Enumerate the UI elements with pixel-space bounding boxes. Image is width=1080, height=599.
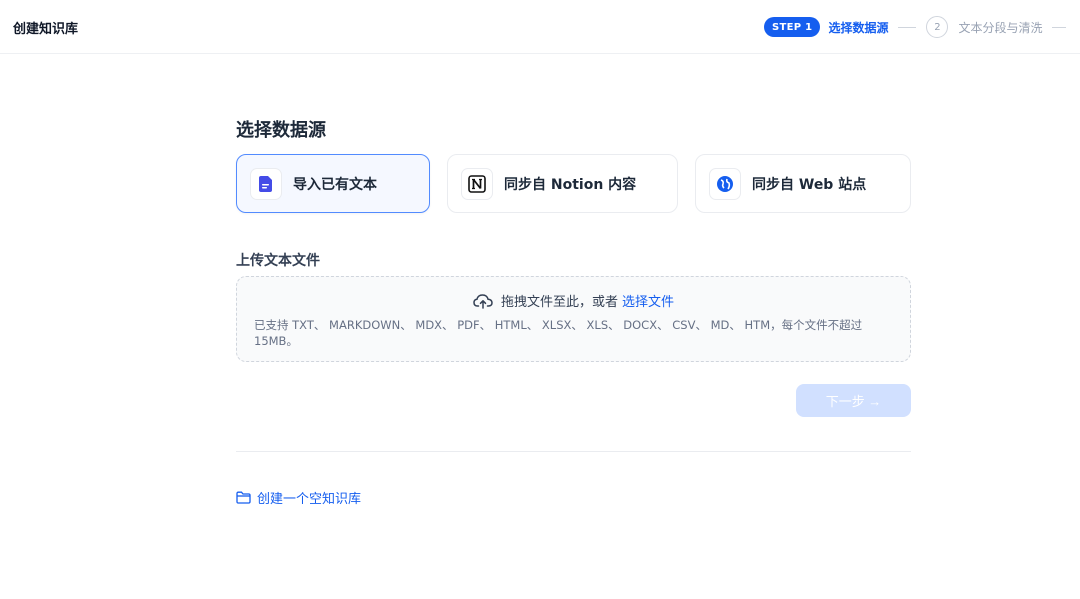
divider [236, 451, 911, 452]
source-card-label: 同步自 Notion 内容 [504, 176, 637, 193]
step-2-label: 文本分段与清洗 [958, 20, 1043, 35]
step-1-badge: STEP 1 [764, 17, 821, 37]
stepper: STEP 1 选择数据源 2 文本分段与清洗 [764, 16, 1067, 38]
source-card-notion[interactable]: 同步自 Notion 内容 [447, 154, 678, 213]
step-1-label: 选择数据源 [828, 20, 889, 35]
page-title: 创建知识库 [13, 22, 79, 37]
next-step-button[interactable]: 下一步 → [796, 384, 911, 417]
step-connector [898, 26, 917, 28]
drag-text: 拖拽文件至此，或者 [500, 295, 618, 310]
file-dropzone[interactable]: 拖拽文件至此，或者 选择文件 已支持 TXT、 MARKDOWN、 MDX、 P… [236, 276, 911, 362]
create-empty-kb-link[interactable]: 创建一个空知识库 [236, 488, 361, 507]
top-bar: 创建知识库 STEP 1 选择数据源 2 文本分段与清洗 [0, 0, 1080, 54]
create-empty-kb-label: 创建一个空知识库 [257, 492, 362, 507]
notion-icon [461, 167, 493, 200]
source-card-web[interactable]: 同步自 Web 站点 [695, 154, 911, 213]
source-card-label: 同步自 Web 站点 [752, 176, 867, 193]
source-card-label: 导入已有文本 [293, 176, 377, 193]
select-file-link[interactable]: 选择文件 [622, 291, 674, 310]
globe-icon [709, 167, 741, 200]
supported-formats-hint: 已支持 TXT、 MARKDOWN、 MDX、 PDF、 HTML、 XLSX、… [254, 318, 863, 348]
step-connector-tail [1052, 26, 1067, 28]
dropzone-prompt: 拖拽文件至此，或者 选择文件 [237, 291, 910, 310]
step-2-badge: 2 [926, 16, 949, 38]
source-card-import-text[interactable]: 导入已有文本 [236, 154, 430, 213]
upload-title: 上传文本文件 [236, 253, 320, 269]
document-icon [250, 167, 282, 200]
folder-icon [236, 491, 251, 504]
cloud-upload-icon [473, 293, 493, 309]
section-title: 选择数据源 [236, 120, 326, 141]
